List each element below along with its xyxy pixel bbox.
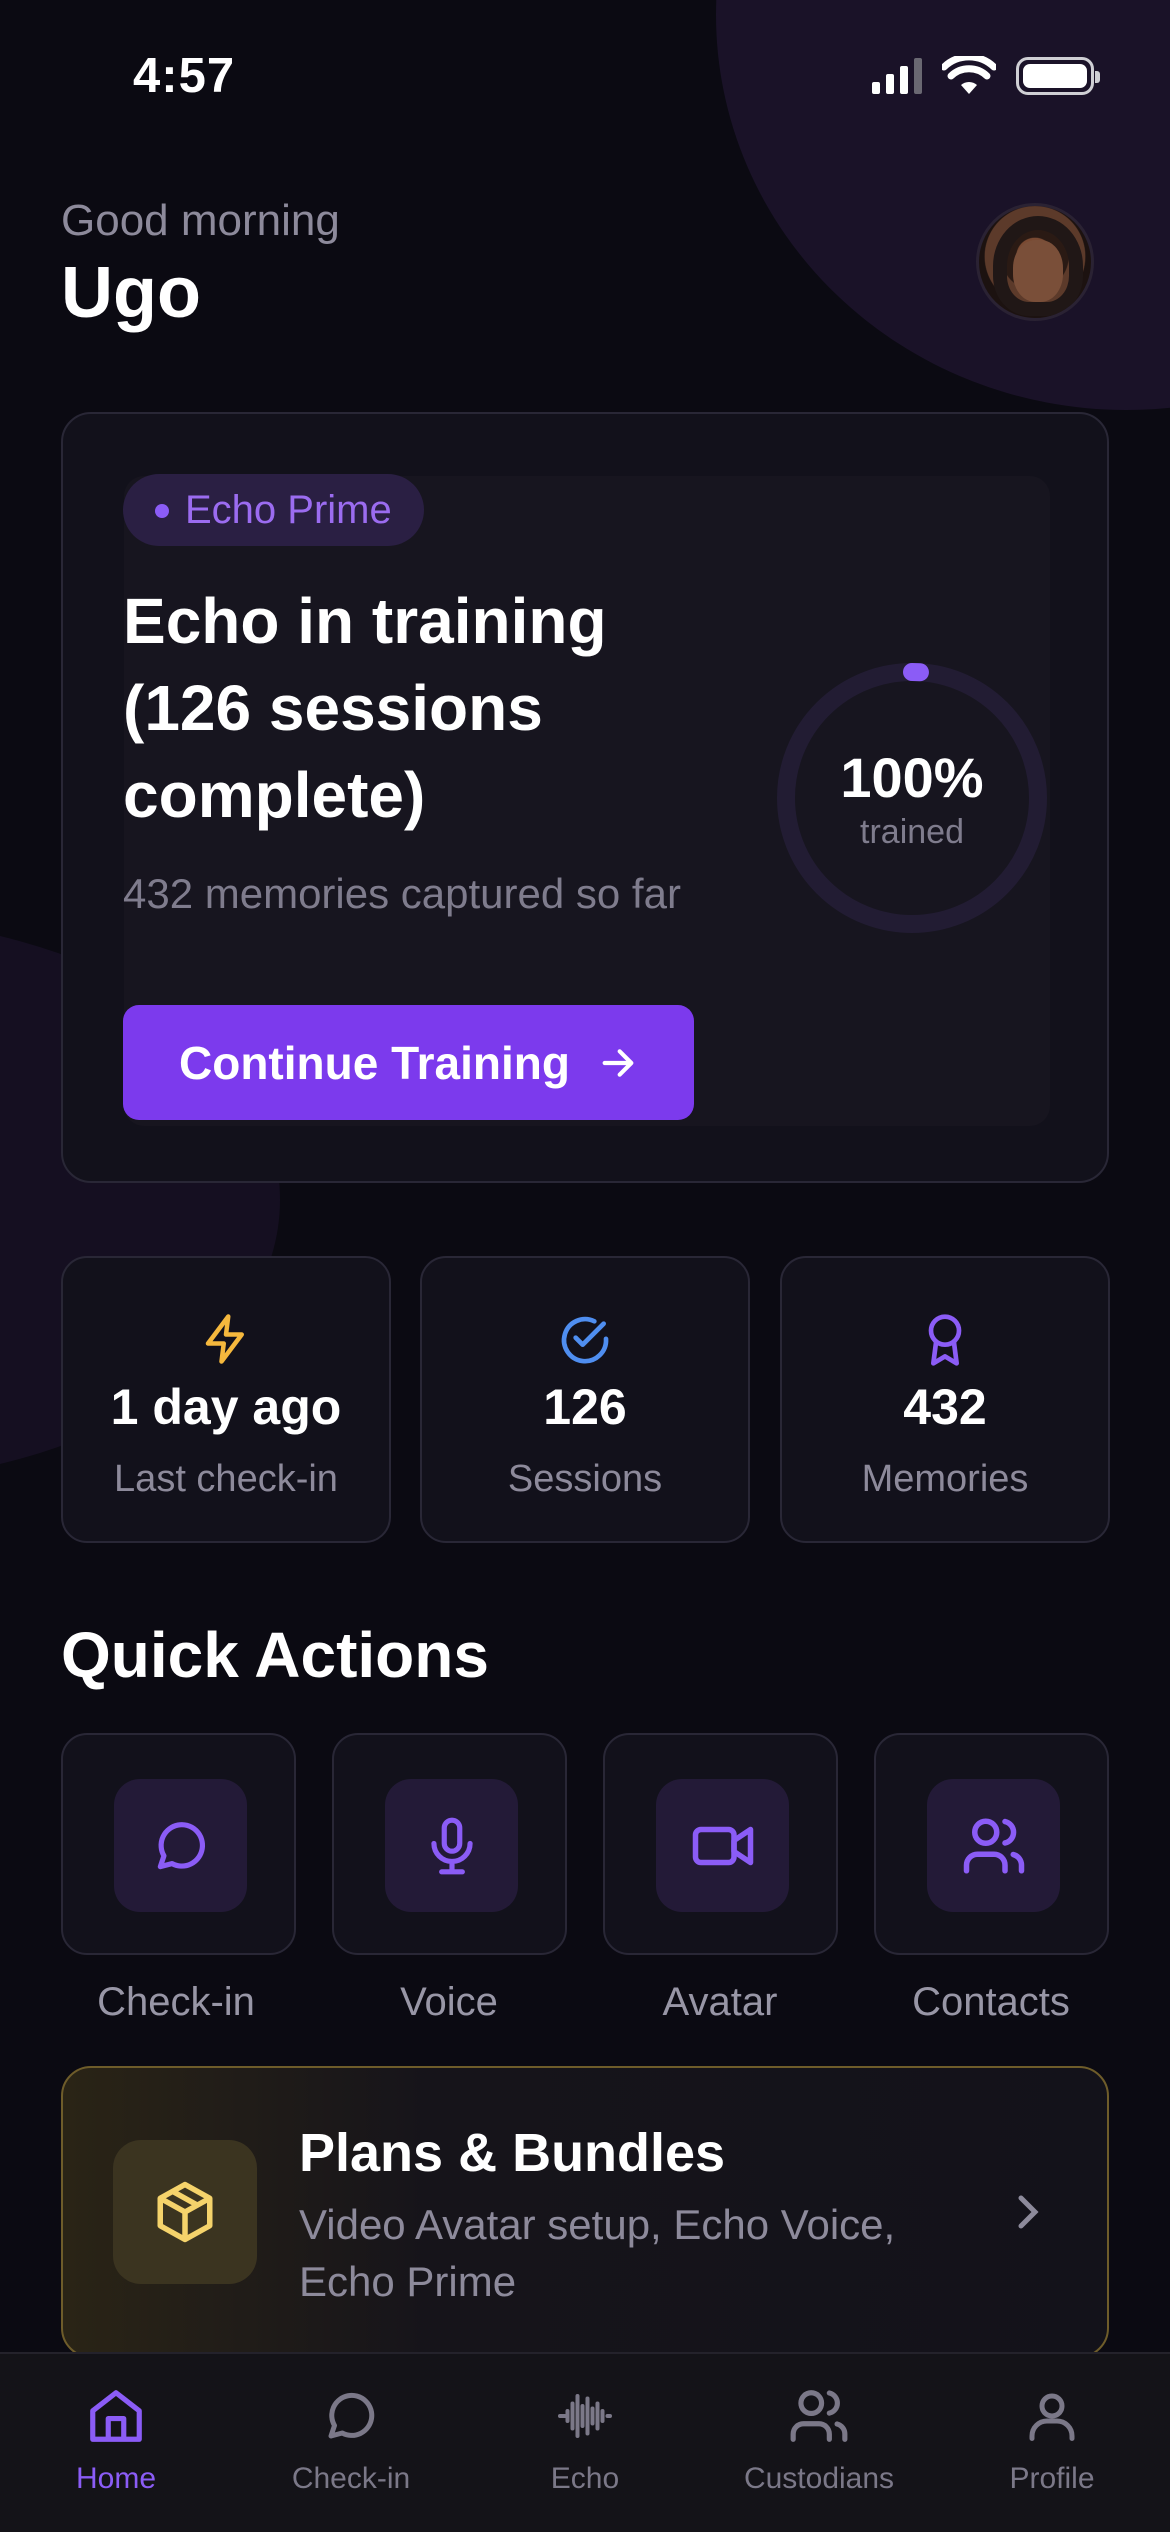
lightning-icon <box>205 1314 244 1364</box>
waveform-icon <box>558 2394 612 2438</box>
tab-home[interactable]: Home <box>16 2382 216 2496</box>
users-icon <box>790 2390 848 2442</box>
continue-training-button[interactable]: Continue Training <box>123 1005 694 1120</box>
tab-label: Check-in <box>291 2462 411 2495</box>
cellular-signal-icon <box>872 58 922 94</box>
plans-title: Plans & Bundles <box>299 2123 726 2183</box>
quick-action-voice[interactable] <box>332 1733 567 1955</box>
quick-action-label: Check-in <box>97 1980 255 2024</box>
progress-label: trained <box>860 813 964 851</box>
users-icon <box>963 1818 1024 1873</box>
tab-profile[interactable]: Profile <box>952 2382 1152 2496</box>
award-icon <box>928 1314 962 1366</box>
battery-icon <box>1016 57 1100 95</box>
chat-bubble-icon <box>328 2392 375 2439</box>
training-title: Echo in training (126 sessions complete) <box>123 585 607 831</box>
quick-action-label: Voice <box>400 1980 498 2024</box>
stat-label: Memories <box>861 1458 1029 1500</box>
wifi-icon <box>942 56 996 94</box>
tab-label: Profile <box>1009 2462 1095 2495</box>
stat-value: 1 day ago <box>110 1379 342 1435</box>
stat-label: Sessions <box>507 1458 663 1500</box>
dot-icon <box>155 504 169 518</box>
home-screen: 4:57 Good morning Ugo Echo Prime Echo in… <box>0 0 1170 2532</box>
user-name: Ugo <box>61 253 201 333</box>
quick-action-label: Avatar <box>662 1980 778 2024</box>
quick-action-contacts[interactable] <box>874 1733 1109 1955</box>
video-camera-icon <box>692 1826 753 1865</box>
stat-sessions: 126 Sessions <box>420 1256 750 1543</box>
home-icon <box>90 2390 142 2442</box>
chat-bubble-icon <box>157 1821 205 1869</box>
avatar[interactable] <box>976 203 1094 321</box>
progress-percent: 100% <box>840 746 984 809</box>
tab-check-in[interactable]: Check-in <box>251 2382 451 2496</box>
stat-value: 126 <box>543 1379 627 1435</box>
stat-last-check-in: 1 day ago Last check-in <box>61 1256 391 1543</box>
greeting-text: Good morning <box>61 196 340 245</box>
tab-custodians[interactable]: Custodians <box>719 2382 919 2496</box>
quick-actions-title: Quick Actions <box>61 1619 489 1691</box>
tab-label: Home <box>75 2462 157 2495</box>
echo-prime-chip: Echo Prime <box>123 474 424 546</box>
chip-label: Echo Prime <box>185 487 392 532</box>
stat-value: 432 <box>903 1379 987 1435</box>
training-subtitle: 432 memories captured so far <box>123 870 681 917</box>
tab-bar: Home Check-in Echo Custodians Profile <box>0 2352 1170 2532</box>
chevron-right-icon <box>1018 2195 1039 2229</box>
continue-training-label: Continue Training <box>179 1036 570 1089</box>
check-circle-icon <box>561 1316 609 1364</box>
box-icon <box>157 2181 213 2243</box>
user-icon <box>1029 2393 1075 2441</box>
plans-subtitle: Video Avatar setup, Echo Voice, Echo Pri… <box>299 2201 896 2305</box>
tab-label: Custodians <box>743 2462 895 2495</box>
tab-label: Echo <box>550 2462 620 2495</box>
status-time: 4:57 <box>133 49 236 103</box>
microphone-icon <box>430 1817 473 1874</box>
stat-label: Last check-in <box>114 1458 338 1500</box>
quick-action-label: Contacts <box>912 1980 1070 2024</box>
tab-echo[interactable]: Echo <box>485 2382 685 2496</box>
stat-memories: 432 Memories <box>780 1256 1110 1543</box>
quick-action-avatar[interactable] <box>603 1733 838 1955</box>
plans-bundles-card[interactable]: Plans & Bundles Video Avatar setup, Echo… <box>61 2066 1109 2358</box>
arrow-right-icon <box>602 1048 634 1077</box>
quick-action-check-in[interactable] <box>61 1733 296 1955</box>
status-icons <box>872 56 1100 96</box>
